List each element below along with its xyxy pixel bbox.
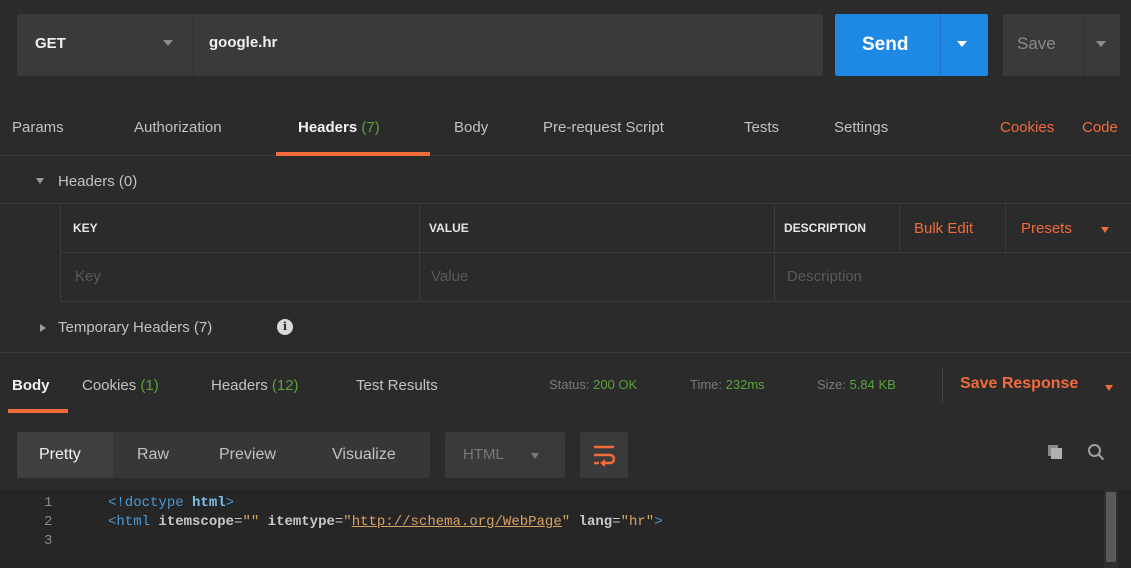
tab-headers-label: Headers bbox=[298, 119, 358, 136]
tab-authorization[interactable]: Authorization bbox=[134, 119, 222, 136]
search-icon[interactable] bbox=[1087, 443, 1105, 461]
method-url-group: GET google.hr bbox=[17, 14, 823, 76]
tab-response-cookies[interactable]: Cookies (1) bbox=[82, 377, 159, 394]
column-divider bbox=[899, 204, 900, 253]
send-button-label: Send bbox=[862, 34, 909, 55]
time-label: Time: bbox=[690, 377, 723, 392]
temporary-headers-toggle[interactable]: Temporary Headers (7) bbox=[0, 302, 1131, 352]
chevron-down-icon bbox=[531, 453, 539, 459]
description-input[interactable]: Description bbox=[787, 268, 862, 285]
tab-response-cookies-count: (1) bbox=[140, 377, 159, 394]
cookies-link[interactable]: Cookies bbox=[1000, 119, 1054, 136]
tab-settings[interactable]: Settings bbox=[834, 119, 888, 136]
column-divider bbox=[1005, 204, 1006, 253]
divider bbox=[942, 367, 943, 403]
request-bar: GET google.hr Send Save bbox=[0, 0, 1131, 92]
send-button[interactable]: Send bbox=[835, 14, 988, 76]
time-readout: Time: 232ms bbox=[690, 377, 765, 392]
time-value: 232ms bbox=[725, 377, 765, 392]
column-description: DESCRIPTION bbox=[784, 221, 867, 235]
status-readout: Status: 200 OK bbox=[549, 377, 637, 392]
save-options-chevron-icon[interactable] bbox=[1096, 41, 1106, 47]
info-icon[interactable]: i bbox=[277, 319, 293, 335]
table-row: Key Value Description bbox=[60, 253, 1131, 302]
line-number: 3 bbox=[44, 533, 53, 549]
column-key: KEY bbox=[73, 221, 98, 235]
tab-response-headers-label: Headers bbox=[211, 377, 268, 394]
response-code-view[interactable]: 1 <!doctype html> 2 <html itemscope="" i… bbox=[0, 490, 1131, 568]
format-tabs: Pretty Raw Preview Visualize bbox=[17, 432, 430, 478]
url-input[interactable]: google.hr bbox=[209, 34, 277, 51]
active-tab-indicator bbox=[276, 152, 430, 156]
divider bbox=[193, 14, 194, 76]
headers-section-toggle[interactable]: Headers (0) bbox=[0, 157, 1131, 204]
size-value: 5.84 KB bbox=[849, 377, 896, 392]
chevron-down-icon[interactable] bbox=[163, 40, 173, 46]
tab-pre-request-script[interactable]: Pre-request Script bbox=[543, 119, 664, 136]
headers-table: KEY VALUE DESCRIPTION Bulk Edit Presets … bbox=[60, 204, 1131, 302]
tab-body[interactable]: Body bbox=[454, 119, 488, 136]
save-response-button[interactable]: Save Response bbox=[960, 375, 1078, 393]
request-tabs: Params Authorization Headers (7) Body Pr… bbox=[0, 100, 1131, 156]
wrap-lines-icon bbox=[594, 445, 616, 467]
headers-section-title: Headers (0) bbox=[58, 173, 138, 190]
tab-response-cookies-label: Cookies bbox=[82, 377, 137, 394]
wrap-lines-button[interactable] bbox=[580, 432, 628, 478]
format-pretty[interactable]: Pretty bbox=[39, 446, 81, 464]
presets-dropdown[interactable]: Presets bbox=[1021, 220, 1072, 237]
size-label: Size: bbox=[817, 377, 846, 392]
tab-response-body[interactable]: Body bbox=[12, 377, 50, 394]
method-select[interactable]: GET bbox=[35, 35, 66, 52]
table-header-row: KEY VALUE DESCRIPTION Bulk Edit Presets bbox=[60, 204, 1131, 253]
column-divider bbox=[419, 253, 420, 302]
code-line: <!doctype html> bbox=[108, 495, 235, 511]
send-options-chevron-icon[interactable] bbox=[957, 41, 967, 47]
caret-down-icon bbox=[36, 178, 44, 184]
response-tabs: Body Cookies (1) Headers (12) Test Resul… bbox=[0, 352, 1131, 414]
status-value: 200 OK bbox=[593, 377, 638, 392]
size-readout: Size: 5.84 KB bbox=[817, 377, 896, 392]
caret-right-icon bbox=[40, 324, 46, 332]
chevron-down-icon[interactable] bbox=[1105, 385, 1113, 391]
line-number: 1 bbox=[44, 495, 53, 511]
column-divider bbox=[419, 204, 420, 253]
key-input[interactable]: Key bbox=[75, 268, 101, 285]
divider bbox=[940, 14, 941, 76]
format-raw[interactable]: Raw bbox=[137, 446, 169, 464]
tab-test-results[interactable]: Test Results bbox=[356, 377, 438, 394]
chevron-down-icon[interactable] bbox=[1101, 227, 1109, 233]
tab-headers[interactable]: Headers (7) bbox=[298, 119, 380, 136]
temporary-headers-label: Temporary Headers (7) bbox=[58, 319, 213, 336]
language-select[interactable]: HTML bbox=[445, 432, 565, 478]
format-visualize[interactable]: Visualize bbox=[332, 446, 396, 464]
value-input[interactable]: Value bbox=[431, 268, 468, 285]
divider bbox=[1083, 14, 1084, 76]
column-value: VALUE bbox=[429, 221, 469, 235]
tab-response-headers-count: (12) bbox=[271, 377, 299, 394]
status-label: Status: bbox=[549, 377, 590, 392]
copy-icon[interactable] bbox=[1047, 444, 1063, 460]
save-button-label: Save bbox=[1017, 34, 1056, 53]
column-divider bbox=[774, 204, 775, 253]
tab-tests[interactable]: Tests bbox=[744, 119, 779, 136]
tab-headers-count: (7) bbox=[361, 119, 380, 136]
tab-response-headers[interactable]: Headers (12) bbox=[211, 377, 299, 394]
bulk-edit-button[interactable]: Bulk Edit bbox=[914, 220, 973, 237]
code-link[interactable]: Code bbox=[1082, 119, 1118, 136]
format-preview[interactable]: Preview bbox=[219, 446, 276, 464]
line-number: 2 bbox=[44, 514, 53, 530]
scrollbar-thumb[interactable] bbox=[1106, 492, 1116, 562]
active-tab-indicator bbox=[8, 409, 68, 413]
tab-params[interactable]: Params bbox=[12, 119, 64, 136]
response-toolbar: Pretty Raw Preview Visualize HTML bbox=[0, 420, 1131, 490]
language-select-value: HTML bbox=[463, 446, 504, 463]
column-divider bbox=[774, 253, 775, 302]
save-button[interactable]: Save bbox=[1003, 14, 1120, 76]
code-line: <html itemscope="" itemtype="http://sche… bbox=[108, 514, 663, 530]
